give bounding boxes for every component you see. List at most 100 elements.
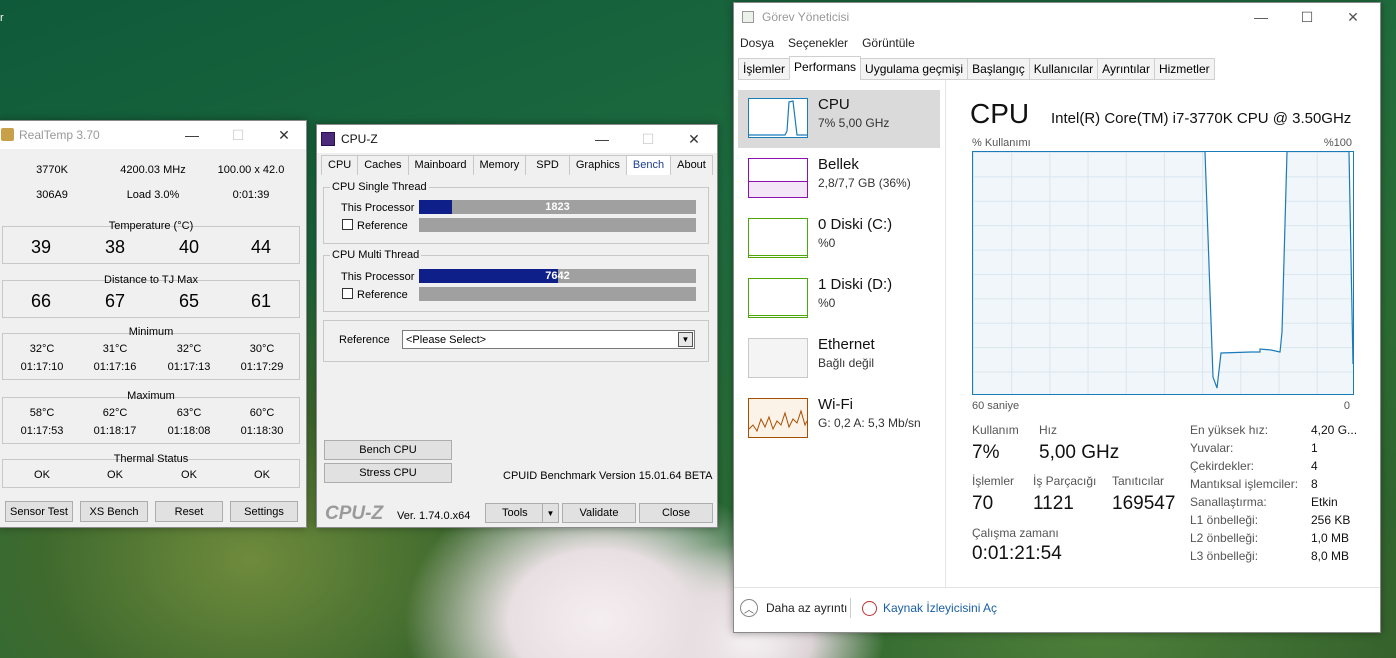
- menu-view[interactable]: Görüntüle: [862, 36, 915, 50]
- close-icon[interactable]: ✕: [1330, 3, 1376, 31]
- tab-startup[interactable]: Başlangıç: [967, 58, 1030, 80]
- xs-bench-button[interactable]: XS Bench: [80, 501, 148, 522]
- window-title: CPU-Z: [341, 132, 378, 146]
- tab-spd[interactable]: SPD: [525, 155, 570, 175]
- reset-button[interactable]: Reset: [155, 501, 223, 522]
- tab-app-history[interactable]: Uygulama geçmişi: [860, 58, 969, 80]
- maximize-icon[interactable]: ☐: [1284, 3, 1330, 31]
- resource-monitor-link[interactable]: Kaynak İzleyicisini Aç: [862, 598, 997, 618]
- sidebar-wifi-name: Wi-Fi: [818, 396, 853, 413]
- minimize-icon[interactable]: —: [579, 125, 625, 153]
- tab-performance[interactable]: Performans: [789, 56, 862, 80]
- sidebar-item-cpu[interactable]: CPU 7% 5,00 GHz: [738, 90, 940, 148]
- validate-button[interactable]: Validate: [562, 503, 636, 523]
- close-icon[interactable]: ✕: [671, 125, 717, 153]
- reference-checkbox[interactable]: [342, 219, 353, 230]
- time-span-label: 60 saniye: [972, 400, 1020, 412]
- spec-value: 1,0 MB: [1311, 531, 1350, 545]
- tab-mainboard[interactable]: Mainboard: [407, 155, 474, 175]
- tab-graphics[interactable]: Graphics: [568, 155, 627, 175]
- spec-key: L1 önbelleği:: [1190, 513, 1259, 527]
- cpu-mhz: 4200.03 MHz: [120, 164, 186, 176]
- tab-caches[interactable]: Caches: [357, 155, 409, 175]
- wifi-thumbnail: [748, 398, 808, 438]
- cpuz-version: Ver. 1.74.0.x64: [397, 510, 471, 522]
- tab-memory[interactable]: Memory: [472, 155, 527, 175]
- sensor-test-button[interactable]: Sensor Test: [5, 501, 73, 522]
- spec-key: Çekirdekler:: [1190, 459, 1255, 473]
- single-thread-label: CPU Single Thread: [330, 181, 429, 193]
- maximize-icon[interactable]: ☐: [215, 121, 261, 149]
- realtemp-titlebar[interactable]: RealTemp 3.70 — ☐ ✕: [0, 121, 306, 149]
- tab-processes[interactable]: İşlemler: [738, 58, 791, 80]
- menu-options[interactable]: Seçenekler: [788, 36, 848, 50]
- spec-value: 4,20 G...: [1311, 423, 1358, 437]
- taskmgr-titlebar[interactable]: Görev Yöneticisi — ☐ ✕: [734, 3, 1380, 31]
- spec-value: 4: [1311, 459, 1318, 473]
- sidebar-memory-sub: 2,8/7,7 GB (36%): [818, 176, 911, 190]
- max-time-0: 01:17:53: [20, 425, 64, 437]
- cpu-usage-graph: [972, 151, 1354, 395]
- performance-panel: CPU 7% 5,00 GHz Bellek 2,8/7,7 GB (36%) …: [735, 80, 1379, 588]
- max-temp-3: 60°C: [249, 407, 275, 419]
- min-time-1: 01:17:16: [93, 361, 137, 373]
- sidebar-item-disk-d[interactable]: 1 Diski (D:) %0: [738, 270, 940, 328]
- taskmgr-app-icon: [742, 11, 754, 23]
- sidebar-item-wifi[interactable]: Wi-Fi G: 0,2 A: 5,3 Mb/sn: [738, 390, 940, 448]
- this-processor-label: This Processor: [341, 271, 415, 283]
- tab-cpu[interactable]: CPU: [321, 155, 359, 175]
- fewer-details-button[interactable]: ︿ Daha az ayrıntı: [740, 598, 847, 618]
- maximize-icon[interactable]: ☐: [625, 125, 671, 153]
- tools-button[interactable]: Tools ▼: [485, 503, 559, 523]
- single-thread-group: [323, 187, 709, 244]
- spec-key: En yüksek hız:: [1190, 423, 1269, 437]
- tab-about[interactable]: About: [670, 155, 713, 175]
- cpu-model: Intel(R) Core(TM) i7-3770K CPU @ 3.50GHz: [1051, 110, 1352, 127]
- thermal-core-3: OK: [254, 469, 270, 481]
- cpu-load: Load 3.0%: [126, 189, 180, 201]
- cpu-multiplier: 100.00 x 42.0: [217, 164, 285, 176]
- cpuz-titlebar[interactable]: CPU-Z — ☐ ✕: [317, 125, 717, 153]
- spec-value: 256 KB: [1311, 513, 1351, 527]
- tab-users[interactable]: Kullanıcılar: [1028, 58, 1099, 80]
- menu-file[interactable]: Dosya: [740, 36, 774, 50]
- spec-key: Sanallaştırma:: [1190, 495, 1267, 509]
- temp-core-2: 40: [178, 237, 200, 257]
- uptime-label: Çalışma zamanı: [972, 526, 1059, 540]
- thermal-core-0: OK: [34, 469, 50, 481]
- chevron-down-icon[interactable]: ▼: [678, 332, 693, 347]
- max-time-1: 01:18:17: [93, 425, 137, 437]
- window-title: RealTemp 3.70: [19, 128, 100, 142]
- wifi-mini-graph: [749, 409, 807, 433]
- minimize-icon[interactable]: —: [1238, 3, 1284, 31]
- spec-key: L2 önbelleği:: [1190, 531, 1259, 545]
- reference-select[interactable]: <Please Select> ▼: [402, 330, 695, 349]
- tab-details[interactable]: Ayrıntılar: [1097, 58, 1155, 80]
- stress-cpu-button[interactable]: Stress CPU: [324, 463, 452, 483]
- close-button[interactable]: Close: [639, 503, 713, 523]
- sidebar-ethernet-sub: Bağlı değil: [818, 356, 875, 370]
- settings-button[interactable]: Settings: [230, 501, 298, 522]
- sidebar-item-memory[interactable]: Bellek 2,8/7,7 GB (36%): [738, 150, 940, 208]
- minimize-icon[interactable]: —: [169, 121, 215, 149]
- sidebar-cpu-name: CPU: [818, 96, 850, 113]
- utilization-label: Kullanım: [972, 423, 1019, 437]
- close-icon[interactable]: ✕: [261, 121, 307, 149]
- sidebar-wifi-sub: G: 0,2 A: 5,3 Mb/sn: [818, 416, 921, 430]
- single-thread-score: 1823: [545, 201, 570, 213]
- spec-key: Mantıksal işlemciler:: [1190, 477, 1299, 491]
- chevron-down-icon: ▼: [542, 504, 558, 522]
- multi-thread-score: 7642: [545, 270, 570, 282]
- sidebar-item-ethernet[interactable]: Ethernet Bağlı değil: [738, 330, 940, 388]
- tab-services[interactable]: Hizmetler: [1153, 58, 1215, 80]
- disk-c-mini-line: [749, 255, 807, 256]
- distance-core-2: 65: [178, 291, 200, 311]
- sidebar-item-disk-c[interactable]: 0 Diski (C:) %0: [738, 210, 940, 268]
- uptime-value: 0:01:21:54: [972, 543, 1062, 564]
- min-time-0: 01:17:10: [20, 361, 64, 373]
- ethernet-thumbnail: [748, 338, 808, 378]
- tab-bench[interactable]: Bench: [625, 155, 672, 175]
- reference-checkbox[interactable]: [342, 288, 353, 299]
- bench-cpu-button[interactable]: Bench CPU: [324, 440, 452, 460]
- spec-value: 8,0 MB: [1311, 549, 1350, 563]
